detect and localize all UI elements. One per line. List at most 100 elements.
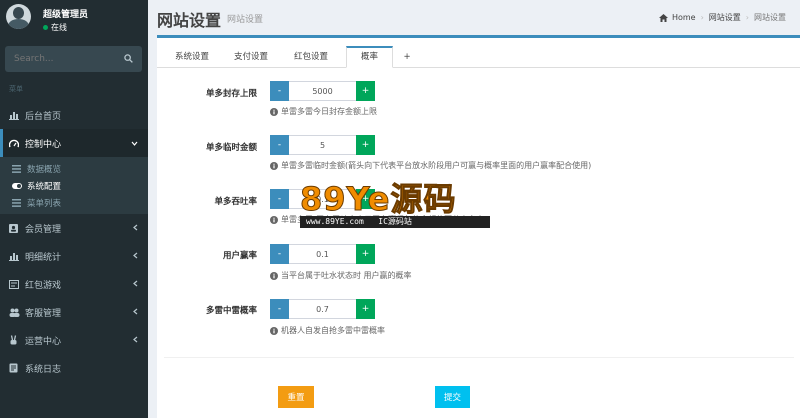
sidebar-item-control-center[interactable]: 控制中心 xyxy=(0,129,148,157)
sidebar-item-ops-center[interactable]: 运营中心 xyxy=(0,326,148,354)
log-file-icon xyxy=(9,363,21,373)
avatar xyxy=(6,4,31,29)
toggle-on-icon xyxy=(12,182,24,189)
dashboard-icon xyxy=(9,139,21,148)
chevron-down-icon xyxy=(131,139,138,149)
user-win-rate-stepper: - + xyxy=(270,244,375,264)
main-content: 网站设置 网站设置 Home › 网站设置 › 网站设置 系统设置 支付设置 红… xyxy=(148,0,800,418)
increment-button[interactable]: + xyxy=(356,189,375,209)
submenu-item-label: 菜单列表 xyxy=(27,198,62,209)
field-label: 用户赢率 xyxy=(222,251,257,261)
sidebar-item-system-log[interactable]: 系统日志 xyxy=(0,354,148,382)
multi-mine-rate-stepper: - + xyxy=(270,299,375,319)
chevron-left-icon xyxy=(133,308,138,318)
chart-icon xyxy=(9,111,21,120)
list-icon xyxy=(12,164,24,173)
sidebar-item-label: 系统日志 xyxy=(25,364,62,375)
info-icon xyxy=(270,107,278,116)
sidebar-item-label: 明细统计 xyxy=(25,252,62,263)
menu-header: 菜单 xyxy=(9,85,23,93)
submit-button[interactable]: 提交 xyxy=(435,386,470,408)
increment-button[interactable]: + xyxy=(356,135,375,155)
sidebar-item-label: 运营中心 xyxy=(25,336,62,347)
tab-payment-settings[interactable]: 支付设置 xyxy=(225,46,277,68)
increment-button[interactable]: + xyxy=(356,81,375,101)
home-icon xyxy=(658,13,668,22)
form-divider xyxy=(164,357,794,358)
online-dot-icon xyxy=(43,25,48,30)
temp-amount-input[interactable] xyxy=(289,135,356,155)
search-input[interactable] xyxy=(5,46,120,72)
tab-red-packet-settings[interactable]: 红包设置 xyxy=(285,46,337,68)
breadcrumb: Home › 网站设置 › 网站设置 xyxy=(658,12,786,23)
list-icon xyxy=(12,198,24,207)
submenu-item-label: 数据概览 xyxy=(27,164,62,175)
info-icon xyxy=(270,271,278,280)
increment-button[interactable]: + xyxy=(356,299,375,319)
sidebar-item-dashboard[interactable]: 后台首页 xyxy=(0,101,148,129)
field-help: 单雷多雷(平台吞吐率表示平台赢得包的金额的百分之多少) xyxy=(270,214,487,225)
decrement-button[interactable]: - xyxy=(270,81,289,101)
breadcrumb-separator: › xyxy=(745,13,749,22)
user-status: 在线 xyxy=(43,22,67,33)
submenu-item-menu-list[interactable]: 菜单列表 xyxy=(0,194,148,211)
gamepad-icon xyxy=(9,279,21,289)
user-name: 超级管理员 xyxy=(43,10,89,20)
users-icon xyxy=(9,308,21,317)
decrement-button[interactable]: - xyxy=(270,244,289,264)
sidebar-menu: 后台首页 控制中心 数据概览 系统配置 菜单列表 会员管理 明细统计 红包游戏 … xyxy=(0,101,148,382)
chevron-left-icon xyxy=(133,224,138,234)
sidebar-item-label: 会员管理 xyxy=(25,224,62,235)
throughput-input[interactable] xyxy=(289,189,356,209)
decrement-button[interactable]: - xyxy=(270,299,289,319)
decrement-button[interactable]: - xyxy=(270,135,289,155)
multi-mine-rate-input[interactable] xyxy=(289,299,356,319)
temp-amount-stepper: - + xyxy=(270,135,375,155)
seal-limit-input[interactable] xyxy=(289,81,356,101)
field-label: 单多封存上限 xyxy=(205,89,257,99)
breadcrumb-separator: › xyxy=(700,13,704,22)
info-icon xyxy=(270,326,278,335)
sidebar: 超级管理员 在线 菜单 后台首页 控制中心 数据概览 系统配 xyxy=(0,0,148,418)
sidebar-item-label: 后台首页 xyxy=(25,111,62,122)
throughput-stepper: - + xyxy=(270,189,375,209)
sidebar-item-detail-stats[interactable]: 明细统计 xyxy=(0,242,148,270)
reset-button[interactable]: 重置 xyxy=(278,386,314,408)
sidebar-search xyxy=(5,46,142,72)
control-center-submenu: 数据概览 系统配置 菜单列表 xyxy=(0,157,148,214)
increment-button[interactable]: + xyxy=(356,244,375,264)
sidebar-item-label: 控制中心 xyxy=(25,139,62,150)
chevron-left-icon xyxy=(133,280,138,290)
submenu-item-system-config[interactable]: 系统配置 xyxy=(0,177,148,194)
page-title: 网站设置 xyxy=(157,11,222,30)
decrement-button[interactable]: - xyxy=(270,189,289,209)
seal-limit-stepper: - + xyxy=(270,81,375,101)
submenu-item-data-overview[interactable]: 数据概览 xyxy=(0,160,148,177)
hand-peace-icon xyxy=(9,335,21,345)
tab-bar: 系统设置 支付设置 红包设置 概率 + xyxy=(157,46,800,68)
chevron-left-icon xyxy=(133,336,138,346)
tab-probability[interactable]: 概率 xyxy=(346,46,393,68)
field-help: 当平台属于吐水状态时 用户赢的概率 xyxy=(270,270,412,281)
sidebar-item-label: 红包游戏 xyxy=(25,280,62,291)
settings-panel: 系统设置 支付设置 红包设置 概率 + 单多封存上限 - + 单雷多雷今日封存金… xyxy=(157,35,800,418)
field-help: 单雷多雷临时金额(箭头向下代表平台放水阶段用户可赢与概率里面的用户赢率配合使用) xyxy=(270,160,591,171)
sidebar-item-customer-service[interactable]: 客服管理 xyxy=(0,298,148,326)
field-help: 机器人自发自抢多雷中雷概率 xyxy=(270,325,385,336)
chevron-left-icon xyxy=(133,252,138,262)
page-subtitle: 网站设置 xyxy=(227,15,264,25)
submenu-item-label: 系统配置 xyxy=(27,181,62,192)
bar-chart-icon xyxy=(9,252,21,261)
breadcrumb-item[interactable]: 网站设置 xyxy=(709,12,741,23)
breadcrumb-home[interactable]: Home xyxy=(672,13,696,22)
tab-add[interactable]: + xyxy=(397,46,417,68)
sidebar-item-red-packet-game[interactable]: 红包游戏 xyxy=(0,270,148,298)
tab-system-settings[interactable]: 系统设置 xyxy=(166,46,218,68)
field-label: 单多临时金额 xyxy=(205,143,257,153)
info-icon xyxy=(270,161,278,170)
info-icon xyxy=(270,215,278,224)
search-icon[interactable] xyxy=(124,54,133,66)
user-win-rate-input[interactable] xyxy=(289,244,356,264)
sidebar-item-member-management[interactable]: 会员管理 xyxy=(0,214,148,242)
sidebar-item-label: 客服管理 xyxy=(25,308,62,319)
